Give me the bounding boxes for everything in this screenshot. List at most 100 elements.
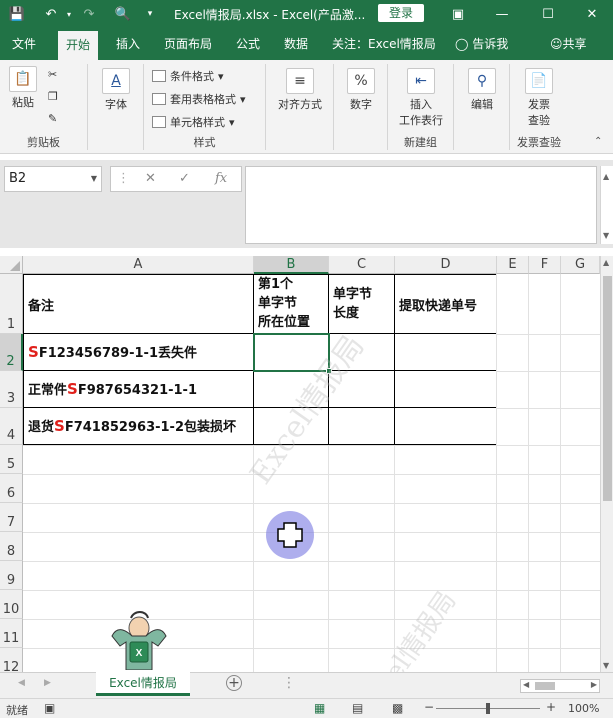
table-format-button[interactable]: 套用表格格式 ▾ xyxy=(152,91,246,107)
enter-icon[interactable]: ✓ xyxy=(179,171,190,186)
tab-follow[interactable]: 关注：Excel情报局 xyxy=(332,28,436,60)
cell-a1[interactable]: 备注 xyxy=(23,274,254,334)
worksheet-grid[interactable]: A B C D E F G 1 2 3 4 5 6 7 8 9 10 11 12… xyxy=(0,256,600,672)
row-header-10[interactable]: 10 xyxy=(0,590,23,619)
row-header-3[interactable]: 3 xyxy=(0,371,23,408)
row-header-5[interactable]: 5 xyxy=(0,445,23,474)
sheet-next-icon[interactable]: ▶ xyxy=(44,678,51,688)
row-header-4[interactable]: 4 xyxy=(0,408,23,445)
copy-icon[interactable]: ❐ xyxy=(48,90,58,103)
scroll-thumb[interactable] xyxy=(603,276,612,501)
undo-icon[interactable]: ↶ xyxy=(42,4,60,24)
clipboard-group-label: 剪贴板 xyxy=(27,136,60,149)
tab-data[interactable]: 数据 xyxy=(284,28,308,60)
tab-insert[interactable]: 插入 xyxy=(116,28,140,60)
scroll-left-icon[interactable]: ◀ xyxy=(523,680,529,689)
cell-d4[interactable] xyxy=(395,408,497,445)
normal-view-icon[interactable]: ▦ xyxy=(314,701,325,715)
scroll-up-icon[interactable]: ▲ xyxy=(603,258,609,267)
page-layout-view-icon[interactable]: ▤ xyxy=(352,701,363,715)
column-header-e[interactable]: E xyxy=(497,256,529,274)
select-all-button[interactable] xyxy=(0,256,23,274)
edit-group: ⚲ 编辑 xyxy=(454,64,510,150)
function-icon[interactable]: fx xyxy=(215,171,227,186)
cell-d3[interactable] xyxy=(395,371,497,408)
row-header-1[interactable]: 1 xyxy=(0,274,23,334)
tab-formulas[interactable]: 公式 xyxy=(236,28,260,60)
row-header-7[interactable]: 7 xyxy=(0,503,23,532)
add-sheet-icon[interactable]: + xyxy=(226,675,242,691)
scroll-down-icon[interactable]: ▼ xyxy=(603,661,609,670)
close-icon[interactable]: ✕ xyxy=(584,4,600,24)
cell-c1-line1: 单字节 xyxy=(333,287,373,302)
zoom-out-icon[interactable]: − xyxy=(424,700,434,714)
cell-d2[interactable] xyxy=(395,334,497,371)
cell-a2[interactable]: SF123456789-1-1丢失件 xyxy=(23,334,254,371)
print-preview-icon[interactable]: 🔍 xyxy=(114,4,132,24)
formula-expand[interactable]: ▲ ▼ xyxy=(600,166,613,244)
vertical-scrollbar[interactable]: ▲ ▼ xyxy=(600,256,613,672)
scroll-right-icon[interactable]: ▶ xyxy=(591,680,597,689)
cell-a4[interactable]: 退货SF741852963-1-2包装损坏 xyxy=(23,408,254,445)
customize-toolbar-icon[interactable]: ▾ xyxy=(144,4,156,24)
status-bar: 就绪 ▣ ▦ ▤ ▩ − + 100% xyxy=(0,698,613,718)
cell-style-button[interactable]: 单元格样式 ▾ xyxy=(152,114,235,130)
save-icon[interactable]: 💾 xyxy=(8,4,26,24)
cell-d1[interactable]: 提取快递单号 xyxy=(395,274,497,334)
name-box[interactable]: B2 ▼ xyxy=(4,166,102,192)
page-break-view-icon[interactable]: ▩ xyxy=(392,701,403,715)
row-header-6[interactable]: 6 xyxy=(0,474,23,503)
row-header-11[interactable]: 11 xyxy=(0,619,23,648)
formula-input[interactable] xyxy=(245,166,597,244)
row-header-12[interactable]: 12 xyxy=(0,648,23,672)
share-button[interactable]: ☺共享 xyxy=(550,28,587,60)
cell-c1[interactable]: 单字节 长度 xyxy=(329,274,395,334)
cancel-icon[interactable]: ✕ xyxy=(145,171,156,186)
sheet-tab-excel[interactable]: Excel情报局 xyxy=(96,672,190,696)
tab-home[interactable]: 开始 xyxy=(58,28,99,60)
redo-icon[interactable]: ↷ xyxy=(80,4,98,24)
sheet-prev-icon[interactable]: ◀ xyxy=(18,678,25,688)
paste-button[interactable]: 📋 粘贴 xyxy=(6,66,40,110)
tab-page-layout[interactable]: 页面布局 xyxy=(164,28,212,60)
cell-c1-line2: 长度 xyxy=(333,306,360,321)
maximize-icon[interactable]: ☐ xyxy=(540,4,556,24)
macro-record-icon[interactable]: ▣ xyxy=(44,701,55,715)
column-header-g[interactable]: G xyxy=(561,256,600,274)
cell-b1[interactable]: 第1个 单字节 所在位置 xyxy=(254,274,329,334)
column-header-c[interactable]: C xyxy=(329,256,395,274)
tab-file[interactable]: 文件 xyxy=(12,28,36,60)
cell-a3[interactable]: 正常件SF987654321-1-1 xyxy=(23,371,254,408)
column-header-d[interactable]: D xyxy=(395,256,497,274)
format-painter-icon[interactable]: ✎ xyxy=(48,112,57,125)
insert-row-button[interactable]: ⇤ 插入 工作表行 xyxy=(394,68,448,128)
zoom-in-icon[interactable]: + xyxy=(546,700,556,714)
undo-dropdown-icon[interactable]: ▾ xyxy=(64,4,74,24)
row-header-2[interactable]: 2 xyxy=(0,334,23,371)
minimize-icon[interactable]: — xyxy=(494,4,510,24)
zoom-slider[interactable] xyxy=(436,703,540,714)
row-header-8[interactable]: 8 xyxy=(0,532,23,561)
number-button[interactable]: % 数字 xyxy=(344,68,378,112)
zoom-level[interactable]: 100% xyxy=(568,702,599,715)
tab-splitter-icon[interactable]: ⋮ xyxy=(282,675,296,691)
tell-me-search[interactable]: ◯ 告诉我 xyxy=(455,28,508,60)
column-header-b[interactable]: B xyxy=(254,256,329,274)
align-button[interactable]: ≡ 对齐方式 xyxy=(274,68,326,112)
ribbon-display-icon[interactable]: ▣ xyxy=(450,4,466,24)
cell-c4[interactable] xyxy=(329,408,395,445)
horizontal-scrollbar[interactable]: ◀ ▶ xyxy=(520,679,600,693)
invoice-check-button[interactable]: 📄 发票 查验 xyxy=(522,68,556,128)
column-header-f[interactable]: F xyxy=(529,256,561,274)
edit-button[interactable]: ⚲ 编辑 xyxy=(466,68,498,112)
row-header-9[interactable]: 9 xyxy=(0,561,23,590)
collapse-ribbon-icon[interactable]: ⌃ xyxy=(594,136,602,147)
cut-icon[interactable]: ✂ xyxy=(48,68,57,81)
zoom-slider-thumb[interactable] xyxy=(486,703,490,714)
login-button[interactable]: 登录 xyxy=(378,4,424,22)
namebox-dropdown-icon[interactable]: ▼ xyxy=(91,167,97,191)
column-header-a[interactable]: A xyxy=(23,256,254,274)
horizontal-scroll-thumb[interactable] xyxy=(535,682,555,690)
font-button[interactable]: A 字体 xyxy=(100,68,132,112)
conditional-format-button[interactable]: 条件格式 ▾ xyxy=(152,68,224,84)
